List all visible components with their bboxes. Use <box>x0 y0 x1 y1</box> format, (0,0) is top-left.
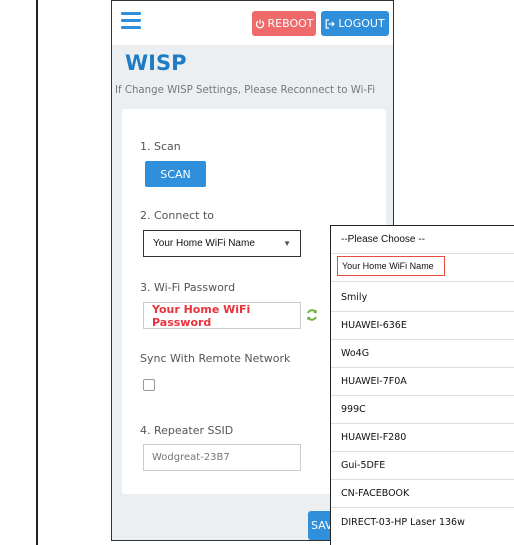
scan-label: 1. Scan <box>140 140 181 153</box>
password-input[interactable]: Your Home WiFi Password <box>143 302 301 329</box>
connect-label: 2. Connect to <box>140 209 215 222</box>
refresh-icon[interactable] <box>305 308 319 322</box>
dropdown-option[interactable]: 999C <box>331 396 514 424</box>
dropdown-placeholder-option[interactable]: --Please Choose -- <box>331 226 514 254</box>
ssid-label: 4. Repeater SSID <box>140 424 234 437</box>
reboot-label: REBOOT <box>267 17 314 30</box>
page-title: WISP <box>125 51 187 75</box>
dropdown-option[interactable]: Smily <box>331 284 514 312</box>
power-icon <box>255 19 264 28</box>
dropdown-option[interactable]: HUAWEI-F280 <box>331 424 514 452</box>
sync-checkbox[interactable] <box>143 379 155 391</box>
dropdown-option[interactable]: HUAWEI-7F0A <box>331 368 514 396</box>
wifi-dropdown-list: --Please Choose -- Your Home WiFi Name S… <box>330 225 514 545</box>
logout-icon <box>325 18 336 29</box>
connect-select[interactable]: Your Home WiFi Name ▼ <box>143 230 301 257</box>
page-subtitle: If Change WISP Settings, Please Reconnec… <box>115 85 376 96</box>
reboot-button[interactable]: REBOOT <box>252 11 316 36</box>
dropdown-option[interactable]: HUAWEI-636E <box>331 312 514 340</box>
scan-button[interactable]: SCAN <box>145 161 206 187</box>
ssid-input[interactable]: Wodgreat-23B7 <box>143 444 301 471</box>
dropdown-option[interactable]: DIRECT-03-HP Laser 136w <box>331 508 514 536</box>
password-label: 3. Wi-Fi Password <box>140 281 236 294</box>
ssid-value: Wodgreat-23B7 <box>152 452 230 463</box>
dropdown-option[interactable]: Wo4G <box>331 340 514 368</box>
hamburger-icon[interactable] <box>121 12 141 30</box>
logout-button[interactable]: LOGOUT <box>321 11 389 36</box>
connect-select-value: Your Home WiFi Name <box>153 238 255 249</box>
window-edge-line <box>36 0 38 545</box>
sync-label: Sync With Remote Network <box>140 352 291 365</box>
dropdown-option[interactable]: Gui-5DFE <box>331 452 514 480</box>
dropdown-option[interactable]: CN-FACEBOOK <box>331 480 514 508</box>
chevron-down-icon: ▼ <box>283 239 291 248</box>
dropdown-selected-option[interactable]: Your Home WiFi Name <box>337 256 445 276</box>
top-bar: REBOOT LOGOUT <box>112 1 393 45</box>
password-value: Your Home WiFi Password <box>152 302 251 329</box>
logout-label: LOGOUT <box>338 17 385 30</box>
